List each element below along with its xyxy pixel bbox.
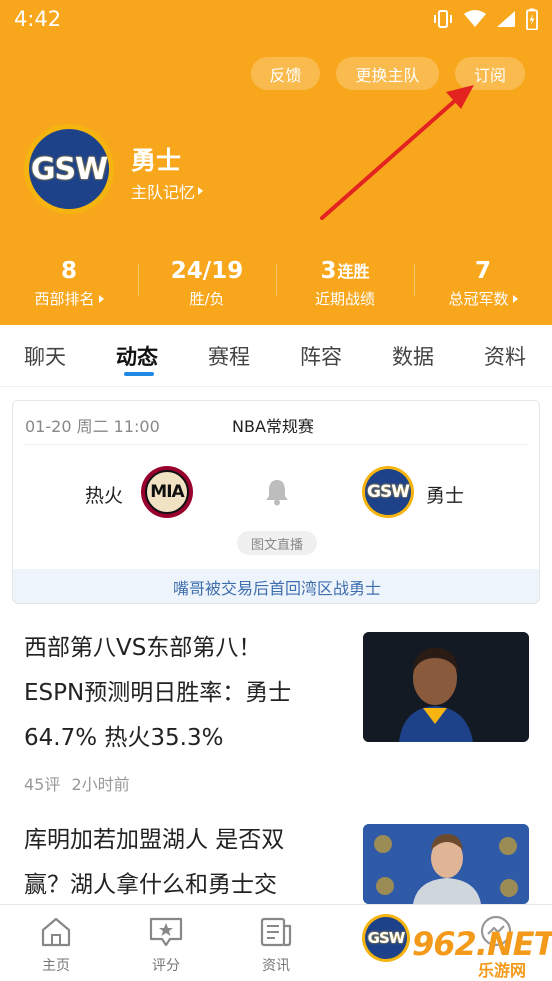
bell-icon[interactable]: [264, 478, 290, 506]
news-icon: [260, 917, 292, 947]
heat-logo: MIA: [141, 466, 193, 518]
news-title-line: 西部第八VS东部第八！: [24, 635, 262, 661]
stat-label: 胜/负: [189, 290, 225, 308]
team-logo-text: GSW: [30, 151, 108, 187]
tab-schedule[interactable]: 赛程: [208, 341, 250, 371]
stat-recent-record: 3 连胜 近期战绩: [276, 252, 414, 312]
stat-label: 西部排名: [34, 290, 95, 308]
stat-label: 近期战绩: [314, 290, 375, 308]
watermark-sub: 乐游网: [478, 961, 527, 980]
stat-west-rank[interactable]: 8 西部排名: [0, 252, 138, 312]
stat-label: 总冠军数: [448, 290, 509, 308]
live-text-badge[interactable]: 图文直播: [237, 531, 317, 555]
nav-team-logo-text: GSW: [367, 929, 406, 947]
warriors-logo: GSW: [362, 466, 414, 518]
stat-win-loss: 24/19 胜/负: [138, 252, 276, 312]
news-meta: 45评 2小时前: [24, 771, 130, 795]
news-title: 西部第八VS东部第八！ ESPN预测明日胜率：勇士 64.7% 热火35.3%: [24, 626, 344, 761]
player-photo: [363, 632, 529, 742]
tab-roster[interactable]: 阵容: [300, 341, 342, 371]
nav-news[interactable]: 资讯: [236, 905, 316, 981]
match-league: NBA常规赛: [232, 417, 314, 436]
chevron-right-icon: [98, 294, 104, 303]
tab-feed[interactable]: 动态: [116, 341, 158, 371]
stat-value: 24/19: [170, 258, 244, 284]
stat-unit: 连胜: [337, 262, 370, 281]
chevron-right-icon: [512, 294, 518, 303]
nav-team-logo[interactable]: GSW: [362, 914, 410, 962]
home-team-name: 热火: [85, 485, 124, 507]
active-tab-indicator: [124, 372, 154, 376]
team-header: 4:42 反馈 更换主队 订阅 GSW 勇士 主队记忆 8 西部排名 24/19…: [0, 0, 552, 325]
team-logo: GSW: [24, 124, 114, 214]
tab-data[interactable]: 数据: [392, 341, 434, 371]
team-memory-link[interactable]: 主队记忆: [131, 179, 204, 203]
news-thumbnail: [363, 632, 529, 742]
news-title-line: 库明加若加盟湖人 是否双: [24, 827, 285, 853]
news-title-line: 赢？湖人拿什么和勇士交: [24, 872, 277, 898]
news-thumbnail: [363, 824, 529, 904]
stat-value: 8: [60, 258, 77, 284]
news-time: 2小时前: [71, 775, 130, 794]
home-icon: [41, 917, 71, 947]
nav-home-label: 主页: [42, 958, 70, 974]
heat-logo-text: MIA: [150, 482, 184, 502]
match-date: 01-20 周二 11:00: [25, 417, 160, 436]
nav-rating-label: 评分: [152, 958, 180, 974]
away-team-name: 勇士: [426, 485, 465, 507]
tab-profile[interactable]: 资料: [484, 341, 526, 371]
nav-home[interactable]: 主页: [16, 905, 96, 981]
team-name: 勇士: [131, 146, 182, 175]
chevron-right-icon: [198, 187, 204, 195]
nav-rating[interactable]: 评分: [126, 905, 206, 981]
divider: [25, 444, 528, 445]
team-memory-label: 主队记忆: [131, 183, 196, 202]
rating-icon: [149, 917, 183, 947]
news-title-line: ESPN预测明日胜率：勇士: [24, 680, 292, 706]
stat-value: 3: [320, 258, 337, 284]
watermark-logo: 962.NET 乐游网: [412, 925, 552, 980]
press-conference-photo: [363, 824, 529, 904]
team-stats: 8 西部排名 24/19 胜/负 3 连胜 近期战绩 7 总冠军数: [0, 252, 552, 312]
warriors-logo-text: GSW: [367, 482, 410, 502]
tab-chat[interactable]: 聊天: [24, 341, 66, 371]
news-comment-count: 45评: [24, 775, 61, 794]
match-card[interactable]: 01-20 周二 11:00 NBA常规赛 热火 MIA GSW 勇士 图文直播…: [12, 400, 540, 604]
news-title-line: 64.7% 热火35.3%: [24, 725, 224, 751]
match-headline[interactable]: 嘴哥被交易后首回湾区战勇士: [13, 569, 539, 603]
news-title: 库明加若加盟湖人 是否双 赢？湖人拿什么和勇士交: [24, 818, 344, 908]
tab-bar: 聊天 动态 赛程 阵容 数据 资料: [0, 325, 552, 387]
stat-championships[interactable]: 7 总冠军数: [414, 252, 552, 312]
nav-news-label: 资讯: [262, 958, 290, 974]
stat-value: 7: [474, 258, 491, 284]
